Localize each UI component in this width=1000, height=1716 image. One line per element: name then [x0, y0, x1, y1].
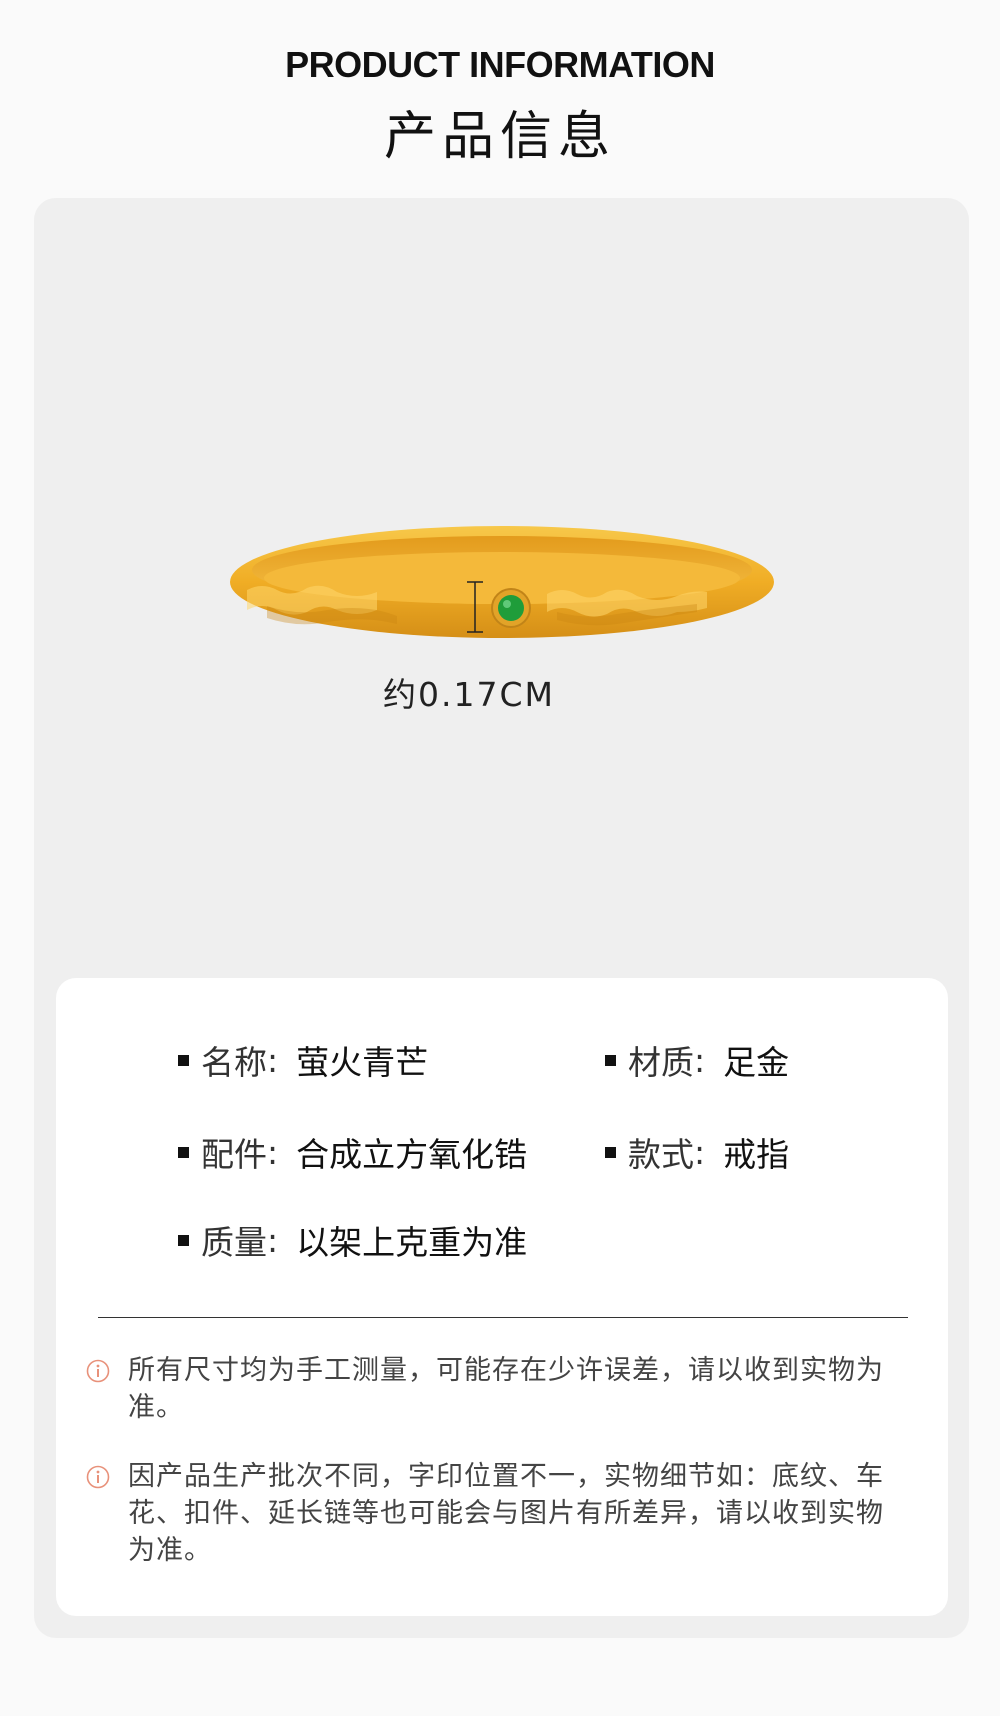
spec-key: 名称: [201, 1043, 267, 1082]
title-english: PRODUCT INFORMATION: [285, 44, 715, 85]
ring-image: [230, 526, 774, 638]
info-icon: [86, 1359, 110, 1383]
note-measurement: 所有尺寸均为手工测量，可能存在少许误差，请以收到实物为准。: [86, 1352, 906, 1426]
spec-key: 材质: [628, 1043, 694, 1082]
divider: [98, 1317, 908, 1318]
spec-value: 萤火青芒: [296, 1043, 429, 1082]
note-text: 所有尺寸均为手工测量，可能存在少许误差，请以收到实物为准。: [128, 1355, 884, 1423]
spec-key: 质量: [201, 1223, 267, 1262]
spec-value: 足金: [723, 1043, 790, 1082]
spec-material: 材质: 足金: [605, 1036, 789, 1084]
spec-key: 款式: [628, 1135, 694, 1174]
bullet-icon: [605, 1054, 616, 1066]
bullet-icon: [178, 1234, 189, 1246]
bullet-icon: [605, 1146, 616, 1158]
spec-style: 款式: 戒指: [605, 1128, 789, 1176]
spec-weight: 质量: 以架上克重为准: [178, 1216, 527, 1264]
spec-sep: :: [267, 1040, 279, 1080]
spec-key: 配件: [201, 1135, 267, 1174]
spec-value: 戒指: [723, 1135, 790, 1174]
spec-sep: :: [267, 1220, 279, 1260]
spec-sep: :: [694, 1132, 706, 1172]
spec-value: 合成立方氧化锆: [296, 1135, 528, 1174]
note-text: 因产品生产批次不同，字印位置不一，实物细节如：底纹、车花、扣件、延长链等也可能会…: [128, 1461, 884, 1566]
spec-name: 名称: 萤火青芒: [178, 1036, 428, 1084]
note-batch: 因产品生产批次不同，字印位置不一，实物细节如：底纹、车花、扣件、延长链等也可能会…: [86, 1458, 906, 1569]
bullet-icon: [178, 1054, 189, 1066]
spec-sep: :: [267, 1132, 279, 1172]
spec-sep: :: [694, 1040, 706, 1080]
spec-value: 以架上克重为准: [296, 1223, 528, 1262]
info-icon: [86, 1465, 110, 1489]
measure-label: 约0.17CM: [383, 675, 555, 714]
bullet-icon: [178, 1146, 189, 1158]
title-chinese: 产品信息: [383, 107, 616, 167]
spec-accessory: 配件: 合成立方氧化锆: [178, 1128, 527, 1176]
